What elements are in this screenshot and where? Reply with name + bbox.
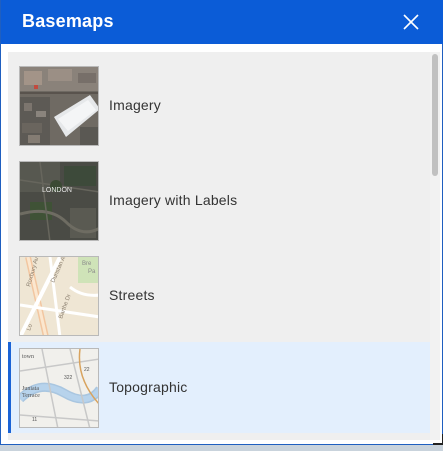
imagery-with-labels-thumbnail: LONDON — [19, 161, 99, 241]
imagery-labels-map-text: LONDON — [42, 187, 72, 194]
basemap-label: Imagery — [109, 97, 161, 113]
basemaps-panel: Basemaps Imagery LONDON Imagery with Lab… — [0, 0, 443, 445]
topo-map-text: Juniata — [22, 386, 39, 392]
panel-title: Basemaps — [22, 11, 114, 31]
topo-map-text: 22 — [84, 367, 90, 373]
basemap-item-streets[interactable]: Bre Pa Roxbury Av Dunstan Ave Barthe Dr … — [8, 243, 430, 336]
basemap-label: Imagery with Labels — [109, 192, 238, 208]
scrollbar-thumb[interactable] — [432, 54, 438, 176]
basemap-list[interactable]: Imagery LONDON Imagery with Labels Bre P… — [8, 52, 430, 440]
basemap-item-imagery-with-labels[interactable]: LONDON Imagery with Labels — [8, 148, 430, 241]
list-scrollbar[interactable] — [430, 52, 440, 440]
close-icon[interactable] — [401, 12, 421, 32]
basemap-label: Topographic — [109, 379, 188, 395]
basemap-item-imagery[interactable]: Imagery — [8, 53, 430, 146]
streets-thumbnail: Bre Pa Roxbury Av Dunstan Ave Barthe Dr … — [19, 256, 99, 336]
basemap-label: Streets — [109, 287, 155, 303]
topo-map-text: 11 — [32, 417, 37, 423]
imagery-thumbnail — [19, 66, 99, 146]
topo-map-text: Terrace — [22, 393, 40, 399]
topo-map-text: town — [22, 354, 34, 360]
resize-handle-icon[interactable] — [432, 433, 443, 445]
streets-map-text: Pa — [88, 269, 96, 275]
panel-header: Basemaps — [1, 0, 443, 44]
streets-map-text: Bre — [82, 261, 92, 267]
topographic-thumbnail: town Juniata Terrace 22 322 11 — [19, 348, 99, 428]
basemap-item-topographic[interactable]: town Juniata Terrace 22 322 11 Topograph… — [8, 342, 430, 433]
topo-map-text: 322 — [64, 375, 73, 381]
